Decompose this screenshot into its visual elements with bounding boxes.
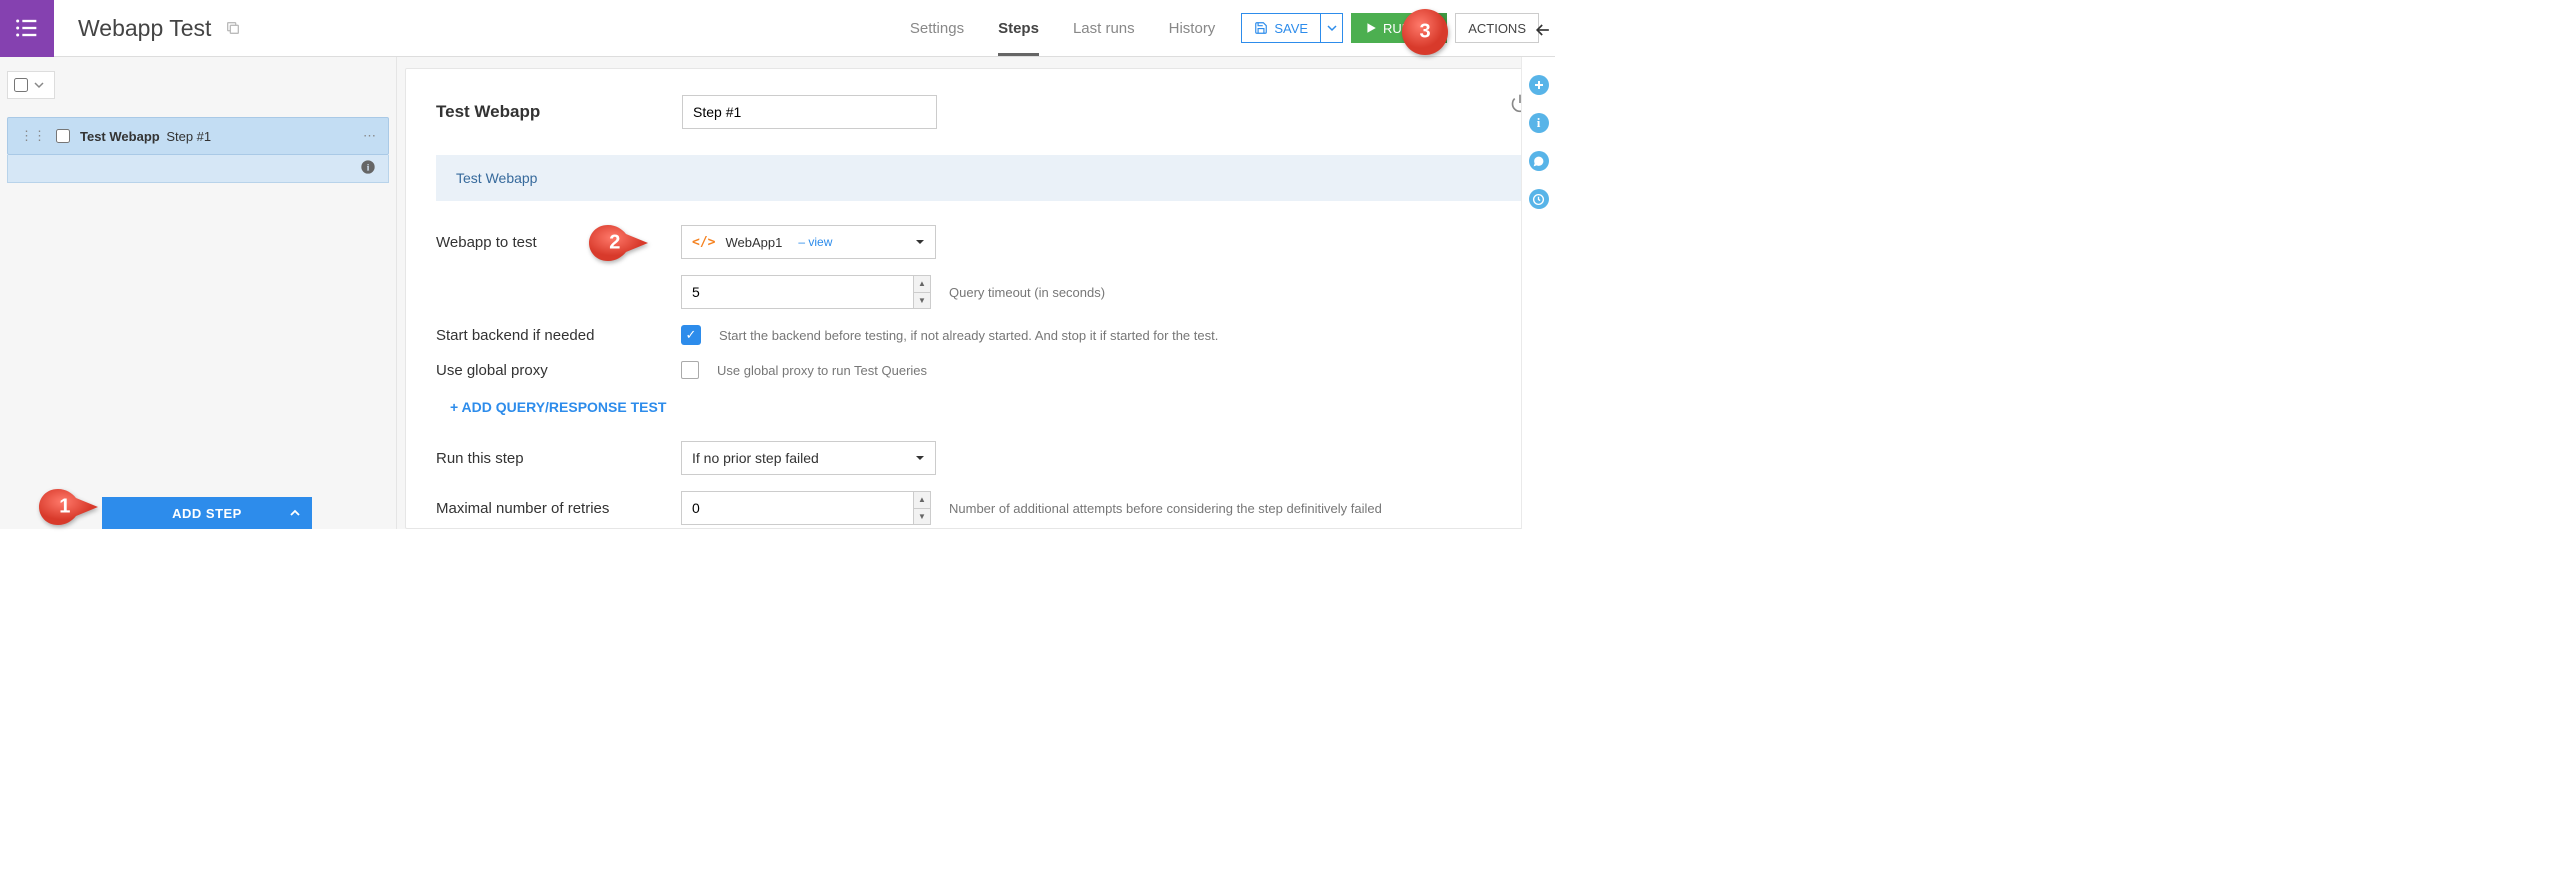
run-step-select[interactable]: If no prior step failed (681, 441, 936, 475)
caret-down-icon (34, 80, 44, 90)
spinner-up-icon[interactable]: ▲ (914, 492, 930, 509)
step-menu-icon[interactable]: ⋯ (363, 128, 376, 144)
step-label: Step #1 (166, 129, 211, 144)
save-button[interactable]: SAVE (1241, 13, 1321, 43)
caret-down-icon (1327, 23, 1337, 33)
copy-icon[interactable] (225, 15, 241, 42)
rail-chat-icon[interactable] (1529, 151, 1549, 171)
list-icon (13, 14, 41, 42)
step-list: ⋮⋮ Test Webapp Step #1 ⋯ i (7, 117, 389, 183)
run-button-group: RUN (1351, 13, 1447, 43)
tab-history[interactable]: History (1169, 0, 1216, 56)
caret-down-icon (915, 235, 925, 250)
section-banner: Test Webapp (436, 155, 1524, 201)
row-start-backend: Start backend if needed ✓ Start the back… (436, 325, 1524, 345)
spinner-down-icon[interactable]: ▼ (914, 293, 930, 309)
play-icon (1365, 22, 1377, 34)
start-backend-checkbox[interactable]: ✓ (681, 325, 701, 345)
retries-help: Number of additional attempts before con… (949, 501, 1382, 516)
row-timeout: ▲ ▼ Query timeout (in seconds) (436, 275, 1524, 309)
spinner-up-icon[interactable]: ▲ (914, 276, 930, 293)
rail-history-icon[interactable] (1529, 189, 1549, 209)
steps-sidebar: ⋮⋮ Test Webapp Step #1 ⋯ i ADD STEP (0, 57, 397, 529)
header-buttons: SAVE RUN ACTIONS (1241, 13, 1555, 43)
label-use-proxy: Use global proxy (436, 362, 681, 379)
row-webapp-to-test: Webapp to test </> WebApp1 – view (436, 225, 1524, 259)
use-proxy-help: Use global proxy to run Test Queries (717, 363, 927, 378)
spinner-buttons[interactable]: ▲ ▼ (913, 275, 931, 309)
view-link[interactable]: – view (798, 235, 832, 249)
timeout-help: Query timeout (in seconds) (949, 285, 1105, 300)
actions-button[interactable]: ACTIONS (1455, 13, 1539, 43)
label-max-retries: Maximal number of retries (436, 500, 681, 517)
code-icon: </> (692, 235, 715, 250)
step-checkbox[interactable] (56, 129, 70, 143)
save-dropdown[interactable] (1321, 13, 1343, 43)
row-max-retries: Maximal number of retries ▲ ▼ Number of … (436, 491, 1524, 525)
svg-text:i: i (367, 163, 370, 173)
caret-up-icon (290, 506, 300, 521)
top-header: Webapp Test Settings Steps Last runs His… (0, 0, 1555, 57)
save-button-group: SAVE (1241, 13, 1343, 43)
tab-last-runs[interactable]: Last runs (1073, 0, 1135, 56)
webapp-select[interactable]: </> WebApp1 – view (681, 225, 936, 259)
drag-handle-icon[interactable]: ⋮⋮ (20, 128, 46, 144)
row-use-proxy: Use global proxy Use global proxy to run… (436, 361, 1524, 379)
timeout-input[interactable] (681, 275, 913, 309)
step-editor-card: Test Webapp Test Webapp Webapp to test <… (405, 68, 1555, 529)
retries-input[interactable] (681, 491, 913, 525)
use-proxy-checkbox[interactable] (681, 361, 699, 379)
save-icon (1254, 21, 1268, 35)
tab-steps[interactable]: Steps (998, 0, 1039, 56)
collapse-arrow-icon[interactable] (1533, 20, 1553, 45)
step-type: Test Webapp (80, 129, 160, 144)
start-backend-help: Start the backend before testing, if not… (719, 328, 1218, 343)
step-footer: i (7, 155, 389, 183)
add-query-response-button[interactable]: + ADD QUERY/RESPONSE TEST (450, 399, 1524, 415)
select-all-steps[interactable] (7, 71, 55, 99)
card-title-row: Test Webapp (436, 95, 1524, 129)
row-run-this-step: Run this step If no prior step failed (436, 441, 1524, 475)
add-step-button[interactable]: ADD STEP (102, 497, 312, 529)
right-rail: i (1521, 57, 1555, 529)
tab-settings[interactable]: Settings (910, 0, 964, 56)
run-dropdown[interactable] (1425, 13, 1447, 43)
webapp-name: WebApp1 (725, 235, 782, 250)
label-run-step: Run this step (436, 450, 681, 467)
main-panel: Test Webapp Test Webapp Webapp to test <… (397, 57, 1555, 529)
spinner-down-icon[interactable]: ▼ (914, 509, 930, 525)
label-webapp: Webapp to test (436, 234, 681, 251)
select-all-checkbox[interactable] (14, 78, 28, 92)
info-icon[interactable]: i (360, 159, 376, 178)
menu-toggle[interactable] (0, 0, 54, 57)
header-tabs: Settings Steps Last runs History (910, 0, 1241, 56)
caret-down-icon (915, 450, 925, 466)
run-button[interactable]: RUN (1351, 13, 1425, 43)
rail-add-icon[interactable] (1529, 75, 1549, 95)
body: ⋮⋮ Test Webapp Step #1 ⋯ i ADD STEP (0, 57, 1555, 529)
spinner-buttons[interactable]: ▲ ▼ (913, 491, 931, 525)
rail-info-icon[interactable]: i (1529, 113, 1549, 133)
step-name-input[interactable] (682, 95, 937, 129)
card-title: Test Webapp (436, 102, 646, 122)
caret-down-icon (1431, 23, 1441, 33)
page-title: Webapp Test (78, 15, 241, 42)
label-start-backend: Start backend if needed (436, 327, 681, 344)
step-item[interactable]: ⋮⋮ Test Webapp Step #1 ⋯ (7, 117, 389, 155)
